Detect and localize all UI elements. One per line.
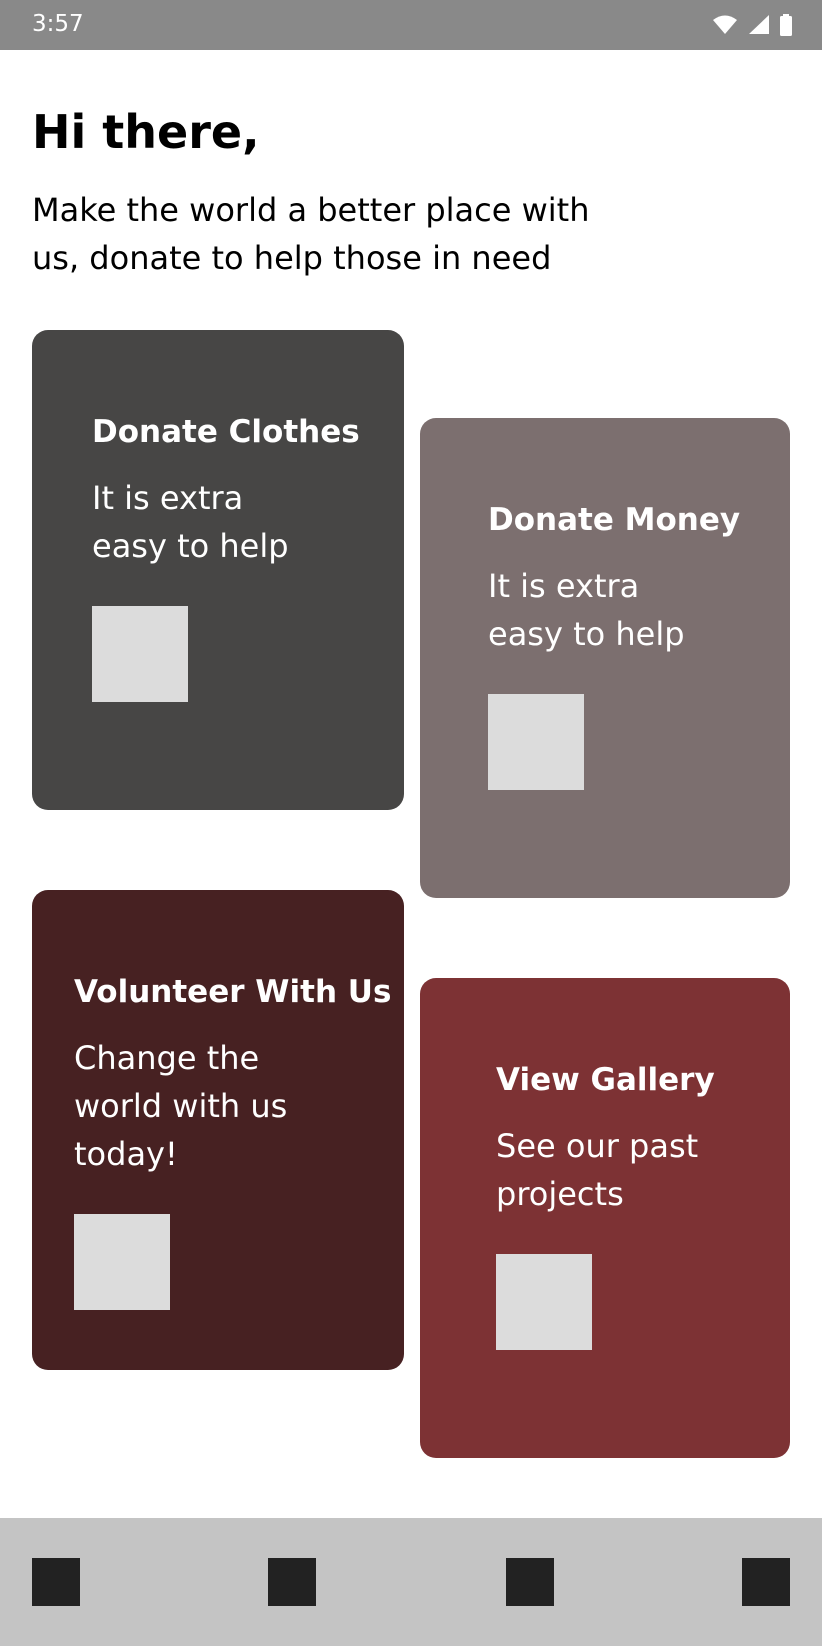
status-time: 3:57: [32, 11, 84, 37]
battery-icon: [780, 14, 792, 36]
card-description: It is extra easy to help: [92, 479, 289, 565]
donate-money-card[interactable]: Donate Money It is extra easy to help: [420, 418, 790, 898]
signal-icon: [748, 15, 770, 35]
placeholder-icon: [488, 694, 584, 790]
view-gallery-card[interactable]: View Gallery See our past projects: [420, 978, 790, 1458]
donate-clothes-card[interactable]: Donate Clothes It is extra easy to help: [32, 330, 404, 810]
placeholder-icon: [496, 1254, 592, 1350]
placeholder-icon: [92, 606, 188, 702]
wifi-icon: [712, 15, 738, 35]
card-title: Volunteer With Us: [74, 974, 392, 1010]
card-title: View Gallery: [496, 1062, 715, 1098]
status-icons: [712, 14, 792, 36]
nav-icon-2[interactable]: [268, 1558, 316, 1606]
volunteer-card[interactable]: Volunteer With Us Change the world with …: [32, 890, 404, 1370]
card-description: Change the world with us today!: [74, 1039, 288, 1173]
nav-icon-3[interactable]: [506, 1558, 554, 1606]
card-title: Donate Clothes: [92, 414, 360, 450]
subtitle-text: Make the world a better place with us, d…: [32, 191, 590, 277]
nav-icon-4[interactable]: [742, 1558, 790, 1606]
bottom-navigation: [0, 1518, 822, 1646]
card-description: See our past projects: [496, 1127, 699, 1213]
card-description: It is extra easy to help: [488, 567, 685, 653]
nav-icon-1[interactable]: [32, 1558, 80, 1606]
greeting-heading: Hi there,: [32, 105, 260, 159]
card-title: Donate Money: [488, 502, 741, 538]
status-bar: 3:57: [0, 0, 822, 50]
placeholder-icon: [74, 1214, 170, 1310]
